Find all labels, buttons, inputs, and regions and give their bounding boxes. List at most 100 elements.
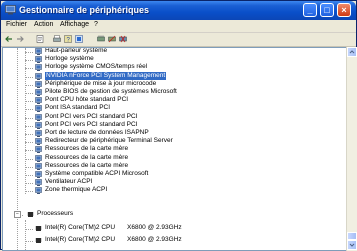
system-device-icon — [35, 138, 42, 145]
tree-connector — [25, 142, 33, 143]
scroll-thumb[interactable] — [347, 232, 357, 240]
system-device-label: Redirecteur de périphérique Terminal Ser… — [45, 137, 173, 144]
tree-connector — [25, 134, 33, 135]
system-device-icon — [35, 97, 42, 104]
system-device-label: Pont CPU hôte standard PCI — [45, 96, 129, 103]
tree-connector — [25, 229, 33, 230]
system-device-icon — [35, 179, 42, 186]
system-device-label: Zone thermique ACPI — [45, 186, 108, 193]
system-device-icon — [35, 105, 42, 112]
maximize-icon: □ — [324, 5, 330, 15]
title-bar[interactable]: Gestionnaire de périphériques _ □ × — [1, 1, 356, 20]
back-icon[interactable] — [5, 35, 13, 43]
scroll-down-button[interactable] — [347, 240, 357, 250]
toolbar: ? — [1, 33, 356, 47]
minimize-icon: _ — [307, 5, 313, 15]
system-device-icon — [35, 114, 42, 121]
tree-connector — [25, 52, 33, 53]
print-icon[interactable] — [53, 35, 61, 43]
system-device-icon — [35, 73, 42, 80]
system-device-label: Ressources de la carte mère — [45, 162, 129, 169]
processor-name: Intel(R) Core(TM)2 CPU — [45, 224, 116, 231]
processor-spec: X6800 @ 2.93GHz — [127, 236, 182, 243]
tree-connector — [25, 150, 33, 151]
system-device-label: Pilote BIOS de gestion de systèmes Micro… — [45, 88, 177, 95]
menu-fichier[interactable]: Fichier — [6, 21, 27, 28]
system-device-icon — [35, 89, 42, 96]
system-device-label: Périphérique de mise à jour microcode — [45, 80, 157, 87]
device-tree[interactable]: Haut-parleur système Horloge système Horlo… — [2, 47, 347, 251]
processors-label: Processeurs — [37, 210, 74, 217]
close-icon: × — [341, 5, 347, 15]
tree-connector — [25, 126, 33, 127]
system-device-label: Système compatible ACPI Microsoft — [45, 170, 149, 177]
uninstall-icon[interactable] — [119, 35, 127, 43]
disable-icon[interactable] — [108, 35, 116, 43]
menu-help[interactable]: ? — [94, 21, 98, 28]
system-device-label: Pont PCI vers PCI standard PCI — [45, 113, 138, 120]
tree-connector — [25, 118, 33, 119]
tree-connector — [25, 68, 33, 69]
system-device-icon — [35, 81, 42, 88]
processor-name: Intel(R) Core(TM)2 CPU — [45, 236, 116, 243]
tree-connector — [25, 101, 33, 102]
system-device-label: Horloge système CMOS/temps réel — [45, 63, 148, 70]
maximize-button[interactable]: □ — [320, 3, 334, 17]
minimize-button[interactable]: _ — [303, 3, 317, 17]
tree-connector — [25, 191, 33, 192]
tree-connector — [25, 109, 33, 110]
close-button[interactable]: × — [337, 3, 351, 17]
device-manager-window: Gestionnaire de périphériques _ □ × Fich… — [0, 0, 357, 251]
tree-connector — [25, 241, 33, 242]
tree-connector — [25, 77, 33, 78]
system-device-label: Pont PCI vers PCI standard PCI — [45, 121, 138, 128]
device-manager-icon — [5, 5, 16, 15]
window-title: Gestionnaire de périphériques — [19, 5, 150, 15]
processor-icon — [35, 226, 42, 231]
scroll-up-button[interactable] — [347, 47, 357, 57]
system-device-icon — [35, 171, 42, 178]
system-device-label: Pont ISA standard PCI — [45, 104, 111, 111]
system-device-icon — [35, 187, 42, 194]
chevron-down-icon — [349, 243, 355, 247]
tree-connector — [25, 93, 33, 94]
tree-connector — [25, 159, 33, 160]
processor-spec: X6800 @ 2.93GHz — [127, 224, 182, 231]
system-device-label: Ventilateur ACPI — [45, 178, 93, 185]
system-device-label: Horloge système — [45, 55, 94, 62]
tree-connector — [25, 175, 33, 176]
system-device-label: Port de lecture de données ISAPNP — [45, 129, 149, 136]
tree-connector — [25, 85, 33, 86]
system-device-icon — [35, 146, 42, 153]
update-driver-icon[interactable] — [97, 35, 105, 43]
system-device-icon — [35, 56, 42, 63]
system-device-icon — [35, 163, 42, 170]
scan-icon[interactable] — [75, 35, 83, 43]
system-device-icon — [35, 130, 42, 137]
tree-connector — [25, 167, 33, 168]
system-device-icon — [35, 122, 42, 129]
collapse-processors-toggle[interactable]: − — [14, 211, 21, 218]
properties-icon[interactable] — [36, 35, 44, 43]
processor-icon — [35, 238, 42, 243]
menu-bar: Fichier Action Affichage ? — [1, 20, 356, 33]
processor-category-icon — [27, 212, 34, 217]
tree-connector — [25, 183, 33, 184]
help-icon[interactable]: ? — [64, 35, 72, 43]
tree-connector — [25, 60, 33, 61]
menu-affichage[interactable]: Affichage — [60, 21, 89, 28]
vertical-scrollbar[interactable] — [346, 47, 357, 251]
forward-icon[interactable] — [16, 35, 24, 43]
system-device-label: NVIDIA nForce PCI System Management — [45, 72, 167, 80]
system-device-icon — [35, 48, 42, 55]
chevron-up-icon — [349, 50, 355, 54]
tree-connector — [25, 220, 26, 250]
system-device-label: Ressources de la carte mère — [45, 154, 129, 161]
menu-action[interactable]: Action — [34, 21, 53, 28]
system-device-label: Ressources de la carte mère — [45, 145, 129, 152]
system-device-icon — [35, 64, 42, 71]
tree-connector — [17, 48, 18, 250]
tree-connector — [25, 48, 26, 194]
system-device-icon — [35, 155, 42, 162]
system-device-label: Haut-parleur système — [45, 47, 108, 54]
